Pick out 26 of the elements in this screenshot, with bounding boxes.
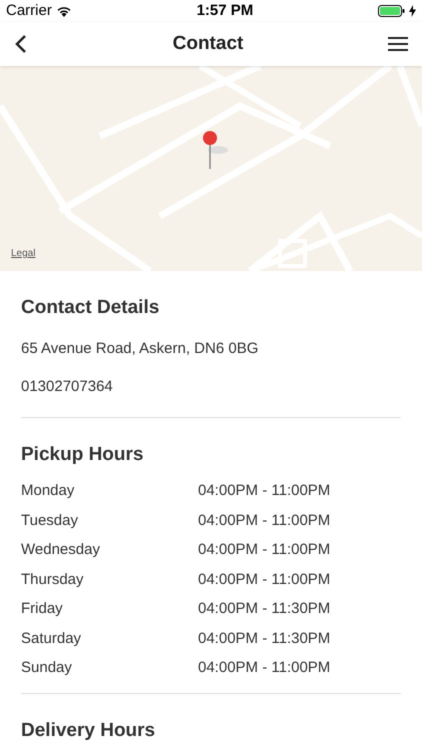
day-label: Friday: [21, 599, 64, 620]
hours-text: 04:00PM - 11:00PM: [198, 540, 330, 560]
hours-text: 04:00PM - 11:30PM: [198, 628, 330, 649]
hours-text: 04:00PM - 11:00PM: [198, 570, 330, 590]
section-heading: Delivery Hours: [21, 719, 156, 744]
detail-text: 65 Avenue Road, Askern, DN6 0BG: [21, 338, 260, 359]
day-label: Tuesday: [21, 510, 79, 531]
detail-text: 01302707364: [21, 377, 114, 398]
hours-text: 04:00PM - 11:30PM: [198, 599, 330, 620]
battery-icon: [378, 5, 405, 17]
day-label: Saturday: [21, 628, 82, 649]
hours-text: 04:00PM - 11:00PM: [198, 481, 330, 502]
wifi-icon: [56, 5, 72, 17]
section-heading: Pickup Hours: [21, 442, 144, 467]
day-label: Monday: [21, 481, 76, 502]
section-heading: Contact Details: [21, 296, 160, 320]
page-title: Contact: [172, 32, 244, 56]
day-label: Wednesday: [21, 540, 101, 560]
day-label: Thursday: [21, 570, 85, 590]
charging-icon: [408, 5, 416, 17]
hours-text: 04:00PM - 11:00PM: [198, 510, 330, 531]
legal-link[interactable]: Legal: [11, 246, 36, 261]
carrier-label: Carrier: [6, 0, 52, 21]
clock-time: 1:57 PM: [196, 0, 254, 21]
hours-text: 04:00PM - 11:00PM: [198, 658, 330, 678]
day-label: Sunday: [21, 658, 73, 678]
